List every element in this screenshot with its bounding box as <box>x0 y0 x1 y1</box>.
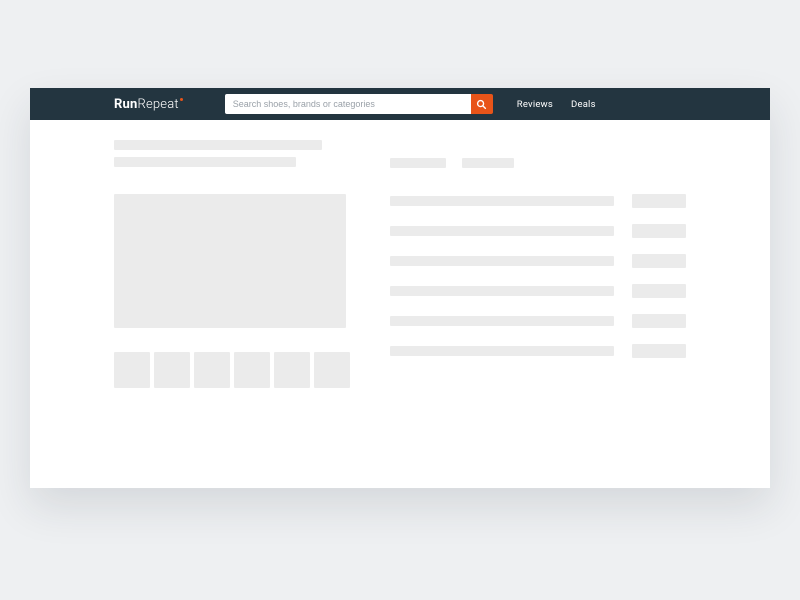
list-item <box>390 314 686 328</box>
skeleton-list-badge <box>632 254 686 268</box>
skeleton-thumbnail <box>234 352 270 388</box>
skeleton-thumbnail <box>314 352 350 388</box>
nav-link-reviews[interactable]: Reviews <box>517 99 553 110</box>
right-column <box>390 140 686 488</box>
logo-text-light: Repeat <box>138 97 179 112</box>
list-item <box>390 284 686 298</box>
list-item <box>390 224 686 238</box>
skeleton-tabs <box>390 158 686 168</box>
skeleton-list-text <box>390 316 614 326</box>
list-item <box>390 194 686 208</box>
site-logo[interactable]: RunRepeat <box>114 97 183 112</box>
skeleton-thumbnail <box>154 352 190 388</box>
skeleton-list-badge <box>632 314 686 328</box>
left-column <box>114 140 362 488</box>
skeleton-list-text <box>390 286 614 296</box>
page-content <box>30 120 770 488</box>
search-icon <box>476 99 487 110</box>
nav-links: Reviews Deals <box>517 99 596 110</box>
skeleton-tab <box>462 158 514 168</box>
skeleton-thumbnail <box>274 352 310 388</box>
skeleton-list-text <box>390 226 614 236</box>
skeleton-thumbnail <box>194 352 230 388</box>
skeleton-hero-image <box>114 194 346 328</box>
skeleton-thumbnail <box>114 352 150 388</box>
search-bar <box>225 94 493 114</box>
skeleton-list-text <box>390 346 614 356</box>
skeleton-list-badge <box>632 224 686 238</box>
skeleton-tab <box>390 158 446 168</box>
thumbnail-row <box>114 352 362 388</box>
list-item <box>390 254 686 268</box>
search-button[interactable] <box>471 94 493 114</box>
skeleton-list-badge <box>632 284 686 298</box>
skeleton-subtitle <box>114 157 296 167</box>
list-item <box>390 344 686 358</box>
skeleton-title <box>114 140 322 150</box>
logo-text-bold: Run <box>114 97 138 112</box>
skeleton-list-badge <box>632 344 686 358</box>
skeleton-list-text <box>390 196 614 206</box>
app-window: RunRepeat Reviews Deals <box>30 88 770 488</box>
nav-link-deals[interactable]: Deals <box>571 99 596 110</box>
search-input[interactable] <box>225 94 471 114</box>
skeleton-list-text <box>390 256 614 266</box>
top-navbar: RunRepeat Reviews Deals <box>30 88 770 120</box>
skeleton-list-badge <box>632 194 686 208</box>
logo-dot-icon <box>180 98 183 101</box>
